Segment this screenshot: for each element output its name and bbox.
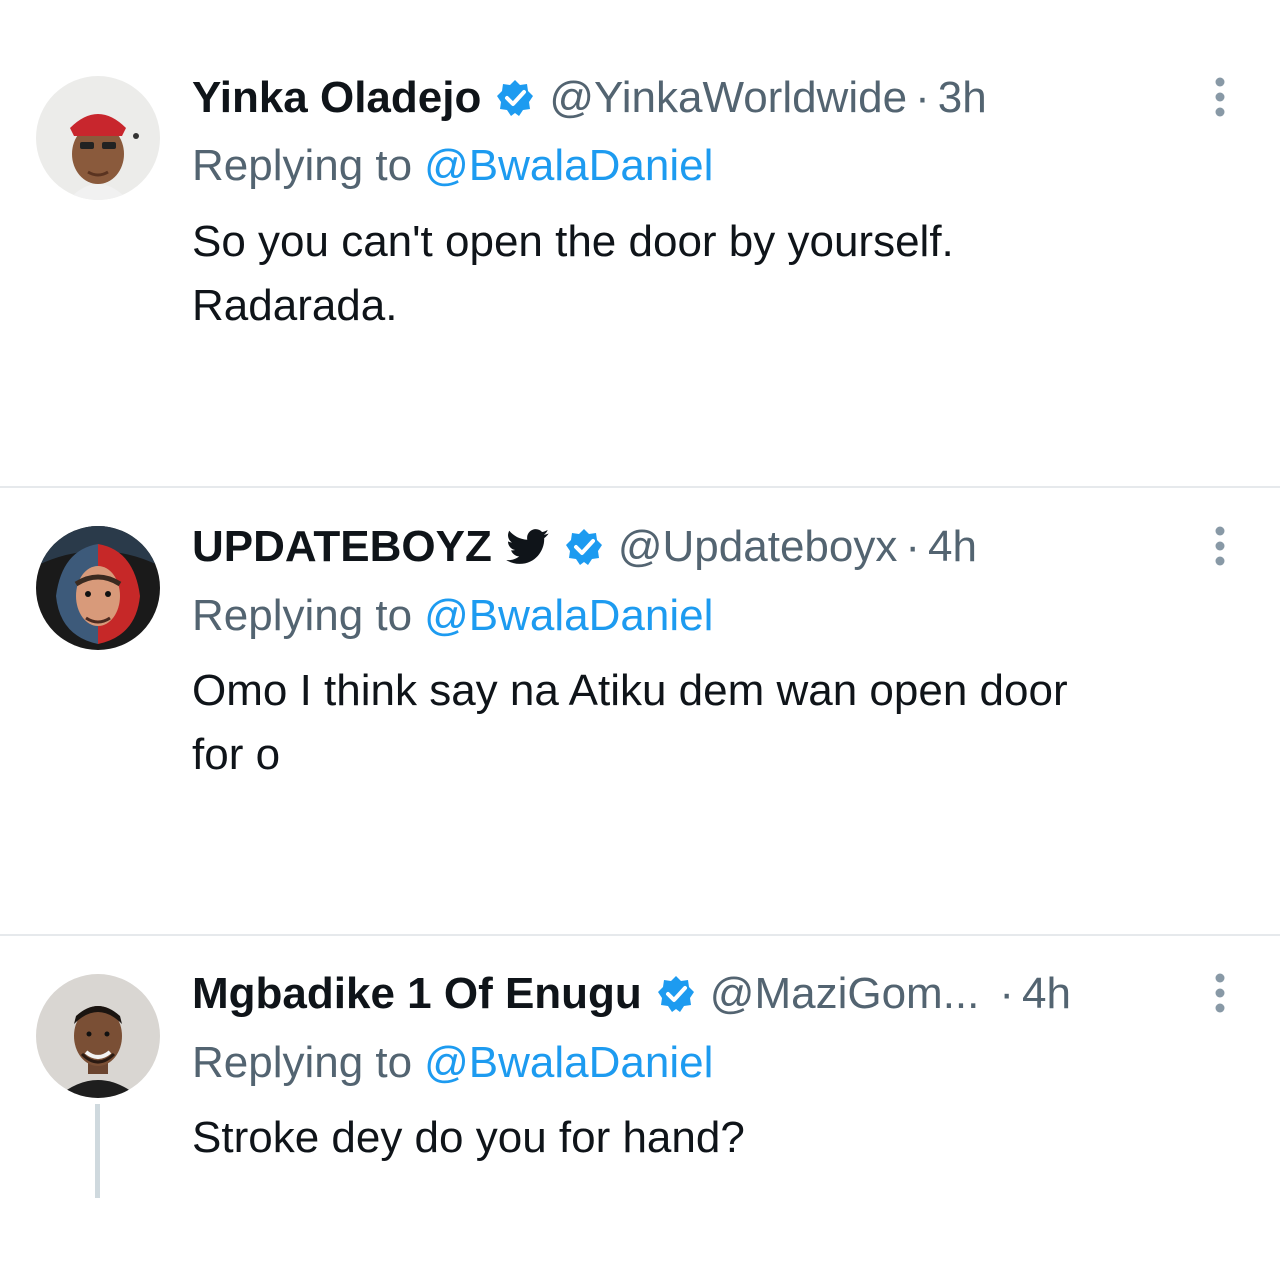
- divider: [0, 486, 1280, 488]
- separator-dot: ·: [905, 522, 921, 571]
- avatar[interactable]: [36, 526, 160, 650]
- reply-header: Mgbadike 1 Of Enugu @MaziGom... · 4h: [192, 964, 1160, 1024]
- avatar[interactable]: [36, 974, 160, 1098]
- divider: [0, 934, 1280, 936]
- thread-line: [95, 1104, 100, 1198]
- more-options-icon[interactable]: [1204, 521, 1236, 571]
- handle[interactable]: @MaziGom...: [710, 969, 980, 1019]
- avatar-image: [36, 526, 160, 650]
- avatar-image: [36, 974, 160, 1098]
- handle[interactable]: @YinkaWorldwide: [549, 73, 907, 123]
- verified-badge-icon: [495, 78, 535, 118]
- replying-to: Replying to @BwalaDaniel: [192, 138, 713, 194]
- verified-badge-icon: [564, 527, 604, 567]
- replying-to: Replying to @BwalaDaniel: [192, 1035, 713, 1091]
- timestamp[interactable]: 4h: [928, 522, 977, 572]
- display-name[interactable]: Yinka Oladejo: [192, 73, 481, 123]
- tweet-text: So you can't open the door by yourself. …: [192, 217, 954, 330]
- display-name[interactable]: Mgbadike 1 Of Enugu: [192, 969, 642, 1019]
- timestamp[interactable]: 4h: [1022, 969, 1071, 1019]
- more-options-icon[interactable]: [1204, 72, 1236, 122]
- replying-to: Replying to @BwalaDaniel: [192, 588, 713, 644]
- handle[interactable]: @Updateboyx: [618, 522, 898, 572]
- separator-dot: ·: [915, 73, 930, 122]
- replying-to-link[interactable]: @BwalaDaniel: [424, 141, 713, 191]
- bird-icon: [506, 529, 550, 565]
- replying-to-label: Replying to: [192, 591, 413, 640]
- verified-badge-icon: [656, 974, 696, 1014]
- reply-header: Yinka Oladejo @YinkaWorldwide · 3h: [192, 68, 1160, 128]
- replying-to-label: Replying to: [192, 141, 413, 190]
- separator-dot: ·: [999, 969, 1015, 1018]
- avatar-image: [36, 76, 160, 200]
- replying-to-link[interactable]: @BwalaDaniel: [424, 591, 713, 641]
- replying-to-link[interactable]: @BwalaDaniel: [424, 1038, 713, 1088]
- tweet-text: Omo I think say na Atiku dem wan open do…: [192, 666, 1068, 779]
- timestamp[interactable]: 3h: [938, 73, 987, 123]
- replying-to-label: Replying to: [192, 1038, 413, 1087]
- tweet-text: Stroke dey do you for hand?: [192, 1113, 745, 1162]
- reply-header: UPDATEBOYZ @Updateboyx · 4h: [192, 517, 1160, 577]
- more-options-icon[interactable]: [1204, 968, 1236, 1018]
- display-name[interactable]: UPDATEBOYZ: [192, 522, 492, 572]
- avatar[interactable]: [36, 76, 160, 200]
